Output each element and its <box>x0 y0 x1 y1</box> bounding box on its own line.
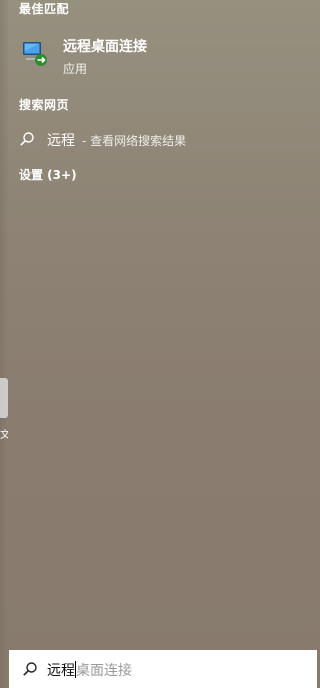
web-search-header: 搜索网页 <box>19 98 70 112</box>
app-title: 远程桌面连接 <box>63 39 147 55</box>
best-match-header: 最佳匹配 <box>19 2 70 16</box>
search-input[interactable]: 远程桌面连接 <box>47 660 132 680</box>
web-search-result[interactable]: 远程 - 查看网络搜索结果 <box>0 126 317 152</box>
search-icon <box>22 661 38 677</box>
best-match-result[interactable]: 远程桌面连接 应用 <box>0 28 317 80</box>
search-box[interactable]: 远程桌面连接 <box>9 650 317 688</box>
desktop-edge <box>0 0 8 688</box>
settings-header[interactable]: 设置 (3+) <box>19 166 77 183</box>
search-typed-text: 远程 <box>47 663 75 679</box>
search-suggestion-text: 桌面连接 <box>76 663 132 679</box>
web-search-hint: - 查看网络搜索结果 <box>82 134 187 148</box>
desktop-icon-peek <box>0 378 8 418</box>
desktop-icon-label: 文 <box>0 430 8 441</box>
app-type-label: 应用 <box>63 62 88 76</box>
remote-desktop-icon <box>20 38 50 68</box>
search-icon <box>19 131 35 147</box>
web-search-query: 远程 <box>47 133 75 149</box>
